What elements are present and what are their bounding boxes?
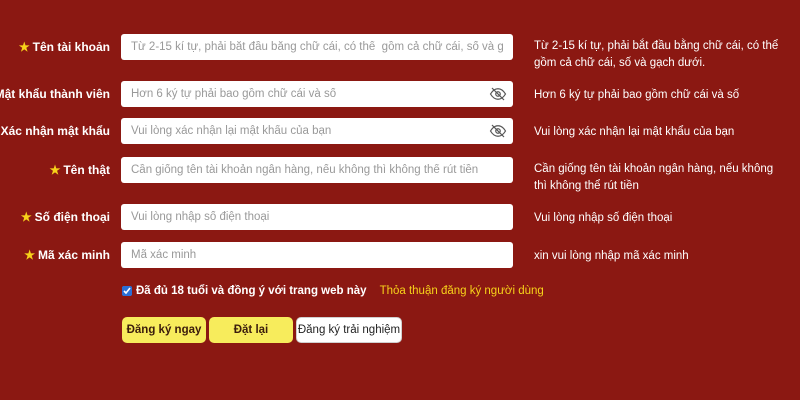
agreement-label: Đã đủ 18 tuổi và đồng ý với trang web nà… xyxy=(136,285,367,297)
captcha-input[interactable] xyxy=(121,242,513,268)
password-field[interactable] xyxy=(121,81,513,107)
captcha-label: ★ Mã xác minh xyxy=(24,248,110,262)
eye-slash-icon[interactable] xyxy=(489,124,507,138)
password-hint: Hơn 6 ký tự phải bao gồm chữ cái và số xyxy=(534,89,740,101)
confirm-password-field[interactable] xyxy=(121,118,513,144)
password-input[interactable] xyxy=(121,81,513,107)
eye-slash-icon[interactable] xyxy=(489,87,507,101)
password-label: ★ Mật khẩu thành viên xyxy=(0,87,110,101)
trial-register-button[interactable]: Đăng ký trải nghiệm xyxy=(296,317,402,343)
required-star-icon: ★ xyxy=(18,40,30,54)
username-field[interactable] xyxy=(121,34,513,60)
real-name-input[interactable] xyxy=(121,157,513,183)
reset-button[interactable]: Đặt lại xyxy=(209,317,293,343)
confirm-password-label: ★ Xác nhận mật khẩu xyxy=(0,124,110,138)
real-name-label: ★ Tên thật xyxy=(49,163,110,177)
register-now-button[interactable]: Đăng ký ngay xyxy=(122,317,206,343)
username-hint: Từ 2-15 kí tự, phải bắt đầu bằng chữ cái… xyxy=(534,40,779,69)
confirm-password-input[interactable] xyxy=(121,118,513,144)
username-input[interactable] xyxy=(121,34,513,60)
agreement-row: Đã đủ 18 tuổi và đồng ý với trang web nà… xyxy=(122,285,544,297)
real-name-hint: Cần giống tên tài khoản ngân hàng, nếu k… xyxy=(534,163,774,192)
phone-input[interactable] xyxy=(121,204,513,230)
required-star-icon: ★ xyxy=(49,163,61,177)
user-agreement-link[interactable]: Thỏa thuận đăng ký người dùng xyxy=(380,285,544,297)
username-label: ★ Tên tài khoản xyxy=(18,40,110,54)
agreement-checkbox[interactable] xyxy=(122,286,132,296)
confirm-password-hint: Vui lòng xác nhận lại mật khẩu của bạn xyxy=(534,126,735,138)
phone-label: ★ Số điện thoại xyxy=(20,210,110,224)
required-star-icon: ★ xyxy=(20,210,32,224)
real-name-field[interactable] xyxy=(121,157,513,183)
captcha-hint: xin vui lòng nhập mã xác minh xyxy=(534,250,689,262)
phone-hint: Vui lòng nhập số điện thoại xyxy=(534,212,673,224)
required-star-icon: ★ xyxy=(24,248,35,262)
captcha-field[interactable] xyxy=(121,242,513,268)
phone-field[interactable] xyxy=(121,204,513,230)
